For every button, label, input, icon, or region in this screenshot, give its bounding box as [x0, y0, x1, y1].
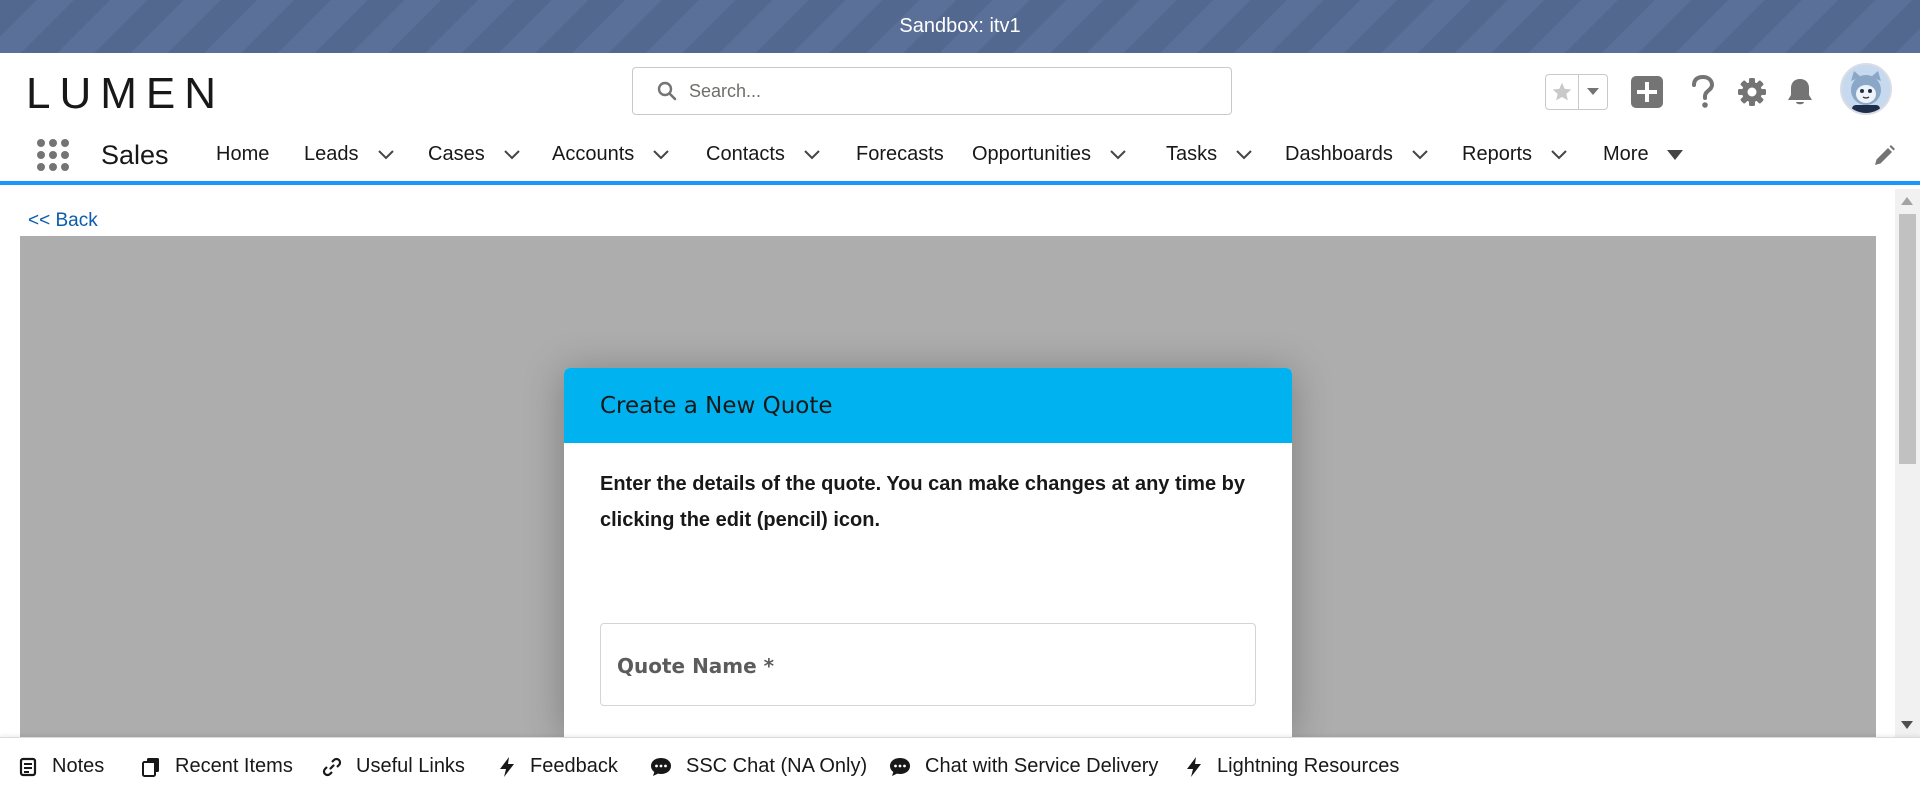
logo-text: LUMEN: [26, 73, 225, 113]
edit-nav-button[interactable]: [1872, 144, 1896, 168]
caret-down-icon[interactable]: [1666, 149, 1683, 160]
quote-name-field[interactable]: Quote Name *: [600, 623, 1256, 706]
utility-lightning-resources[interactable]: Lightning Resources: [1185, 755, 1399, 778]
recent-items-icon: [142, 757, 159, 777]
nav-item-tasks[interactable]: Tasks: [1166, 143, 1253, 166]
notifications-button[interactable]: [1781, 73, 1819, 111]
gear-icon: [1738, 78, 1766, 106]
star-icon: [1552, 82, 1572, 101]
pencil-icon: [1875, 145, 1895, 165]
modal-description: Enter the details of the quote. You can …: [600, 473, 1245, 531]
modal-header: Create a New Quote: [564, 368, 1292, 443]
nav-item-label: More: [1603, 143, 1649, 165]
nav-item-label: Dashboards: [1285, 143, 1393, 165]
chevron-down-icon[interactable]: [1235, 149, 1253, 161]
nav-item-reports[interactable]: Reports: [1462, 143, 1568, 166]
chevron-down-icon[interactable]: [803, 149, 821, 161]
page-scrollbar[interactable]: [1895, 189, 1920, 737]
utility-notes[interactable]: Notes: [18, 755, 104, 778]
chevron-down-icon[interactable]: [1550, 149, 1568, 161]
global-search[interactable]: [632, 67, 1232, 115]
utility-recent-items[interactable]: Recent Items: [141, 755, 293, 778]
favorites-dropdown-button[interactable]: [1579, 75, 1607, 109]
help-button[interactable]: [1684, 73, 1722, 111]
quote-name-label: Quote Name *: [617, 654, 775, 678]
lightning-icon: [1187, 756, 1201, 777]
global-actions-button[interactable]: [1628, 73, 1666, 111]
utility-bar: Notes Recent Items Useful Links Feedback…: [0, 737, 1920, 798]
nav-item-cases[interactable]: Cases: [428, 143, 521, 166]
utility-label: Recent Items: [175, 755, 293, 777]
scroll-up-arrow[interactable]: [1901, 197, 1913, 205]
utility-label: Useful Links: [356, 755, 465, 777]
nav-item-label: Accounts: [552, 143, 635, 165]
chevron-down-icon[interactable]: [1109, 149, 1127, 161]
nav-item-home[interactable]: Home: [216, 143, 269, 166]
utility-label: Lightning Resources: [1217, 755, 1400, 777]
plus-icon: [1631, 76, 1663, 108]
utility-chat-service-delivery[interactable]: Chat with Service Delivery: [889, 755, 1158, 778]
nav-item-label: Cases: [428, 143, 485, 165]
nav-item-label: Opportunities: [972, 143, 1091, 165]
bell-icon: [1788, 79, 1812, 105]
nav-item-label: Leads: [304, 143, 359, 165]
scroll-down-arrow[interactable]: [1901, 721, 1913, 729]
chevron-down-icon[interactable]: [503, 149, 521, 161]
setup-button[interactable]: [1733, 73, 1771, 111]
utility-ssc-chat[interactable]: SSC Chat (NA Only): [650, 755, 867, 778]
utility-label: SSC Chat (NA Only): [686, 755, 868, 777]
search-icon: [657, 81, 677, 101]
sandbox-label: Sandbox: itv1: [899, 15, 1021, 37]
nav-item-contacts[interactable]: Contacts: [706, 143, 821, 166]
nav-item-more[interactable]: More: [1603, 143, 1683, 166]
help-icon: [1692, 75, 1715, 108]
scroll-thumb[interactable]: [1899, 214, 1916, 464]
modal-title: Create a New Quote: [600, 392, 833, 419]
sandbox-banner: Sandbox: itv1: [0, 0, 1920, 53]
utility-label: Notes: [52, 755, 105, 777]
link-icon: [322, 757, 342, 776]
chevron-down-icon[interactable]: [377, 149, 395, 161]
lumen-logo[interactable]: LUMEN: [26, 73, 260, 113]
favorite-button[interactable]: [1546, 75, 1580, 109]
nav-item-label: Tasks: [1166, 143, 1218, 165]
chat-icon: [651, 757, 671, 776]
caret-down-icon: [1587, 88, 1600, 95]
global-header: LUMEN: [0, 53, 1920, 128]
waffle-grid-icon: [37, 139, 69, 171]
chat-icon: [890, 757, 910, 776]
user-avatar[interactable]: [1840, 63, 1892, 115]
app-navigation: Sales Home Leads Cases Accounts Contacts…: [0, 128, 1920, 185]
nav-item-label: Contacts: [706, 143, 785, 165]
search-input[interactable]: [689, 80, 1209, 102]
lightning-icon: [500, 756, 514, 777]
chevron-down-icon[interactable]: [1411, 149, 1429, 161]
chevron-down-icon[interactable]: [652, 149, 670, 161]
notes-icon: [19, 757, 37, 776]
nav-item-dashboards[interactable]: Dashboards: [1285, 143, 1429, 166]
nav-item-label: Home: [216, 143, 270, 165]
utility-useful-links[interactable]: Useful Links: [322, 755, 465, 778]
nav-item-accounts[interactable]: Accounts: [552, 143, 670, 166]
utility-label: Chat with Service Delivery: [925, 755, 1159, 777]
favorites-group: [1545, 74, 1608, 110]
astro-avatar-icon: [1842, 65, 1890, 113]
create-quote-modal: Create a New Quote Enter the details of …: [564, 368, 1292, 737]
nav-item-forecasts[interactable]: Forecasts: [856, 143, 944, 166]
nav-item-leads[interactable]: Leads: [304, 143, 395, 166]
nav-item-opportunities[interactable]: Opportunities: [972, 143, 1127, 166]
nav-item-label: Forecasts: [856, 143, 944, 165]
back-link[interactable]: << Back: [28, 210, 98, 232]
utility-feedback[interactable]: Feedback: [498, 755, 618, 778]
nav-item-label: Reports: [1462, 143, 1533, 165]
utility-label: Feedback: [530, 755, 618, 777]
app-name: Sales: [101, 140, 169, 170]
app-launcher-button[interactable]: [36, 138, 70, 172]
